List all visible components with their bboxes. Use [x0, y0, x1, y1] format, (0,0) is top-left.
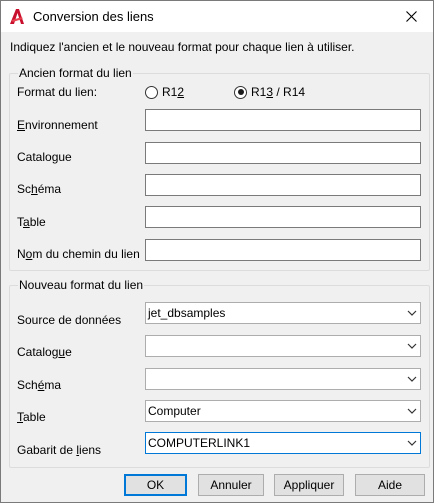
help-button[interactable]: Aide [355, 474, 425, 496]
environment-input[interactable] [145, 109, 421, 131]
radio-selected-dot [237, 89, 244, 95]
link-template-dropdown[interactable]: COMPUTERLINK1 [145, 432, 421, 454]
link-format-label: Format du lien: [17, 85, 98, 99]
title-bar[interactable]: Conversion des liens [1, 1, 433, 32]
link-path-name-input[interactable] [145, 239, 421, 261]
new-catalog-dropdown[interactable] [145, 335, 421, 357]
new-table-label: Table [17, 410, 46, 424]
chevron-down-icon [407, 376, 417, 382]
new-table-dropdown[interactable]: Computer [145, 400, 421, 422]
old-catalog-input[interactable] [145, 142, 421, 164]
instruction-text: Indiquez l'ancien et le nouveau format p… [10, 40, 355, 54]
data-source-value: jet_dbsamples [148, 306, 226, 320]
autocad-a-icon [10, 9, 24, 24]
radio-r13-r14[interactable]: R13 / R14 [234, 85, 305, 99]
old-catalog-label: Catalogue [17, 150, 72, 164]
chevron-down-icon [407, 343, 417, 349]
window-title: Conversion des liens [33, 9, 154, 24]
radio-r12-label: R12 [162, 85, 185, 99]
environment-label: Environnement [17, 118, 98, 132]
old-format-group-title: Ancien format du lien [18, 66, 133, 80]
old-table-input[interactable] [145, 206, 421, 228]
link-path-name-label: Nom du chemin du lien [17, 247, 140, 261]
chevron-down-icon [407, 310, 417, 316]
radio-r12[interactable]: R12 [145, 85, 184, 99]
radio-r13-label: R13 / R14 [251, 85, 306, 99]
old-schema-input[interactable] [145, 174, 421, 196]
new-catalog-label: Catalogue [17, 345, 72, 359]
data-source-label: Source de données [17, 313, 122, 327]
old-table-label: Table [17, 215, 46, 229]
close-icon [405, 11, 417, 22]
new-schema-label: Schéma [17, 378, 62, 392]
radio-r13-circle[interactable] [234, 85, 247, 99]
cancel-button[interactable]: Annuler [198, 474, 264, 496]
link-template-label: Gabarit de liens [17, 443, 102, 457]
chevron-down-icon [407, 440, 417, 446]
close-button[interactable] [389, 1, 433, 32]
old-schema-label: Schéma [17, 182, 62, 196]
new-schema-dropdown[interactable] [145, 368, 421, 390]
new-table-value: Computer [148, 404, 201, 418]
new-format-group-title: Nouveau format du lien [18, 278, 145, 292]
ok-button[interactable]: OK [124, 474, 187, 496]
dialog-window: Conversion des liens Indiquez l'ancien e… [0, 0, 434, 503]
radio-r12-circle[interactable] [145, 85, 158, 99]
data-source-dropdown[interactable]: jet_dbsamples [145, 302, 421, 324]
link-template-value: COMPUTERLINK1 [148, 436, 251, 450]
apply-button[interactable]: Appliquer [274, 474, 344, 496]
chevron-down-icon [407, 408, 417, 414]
